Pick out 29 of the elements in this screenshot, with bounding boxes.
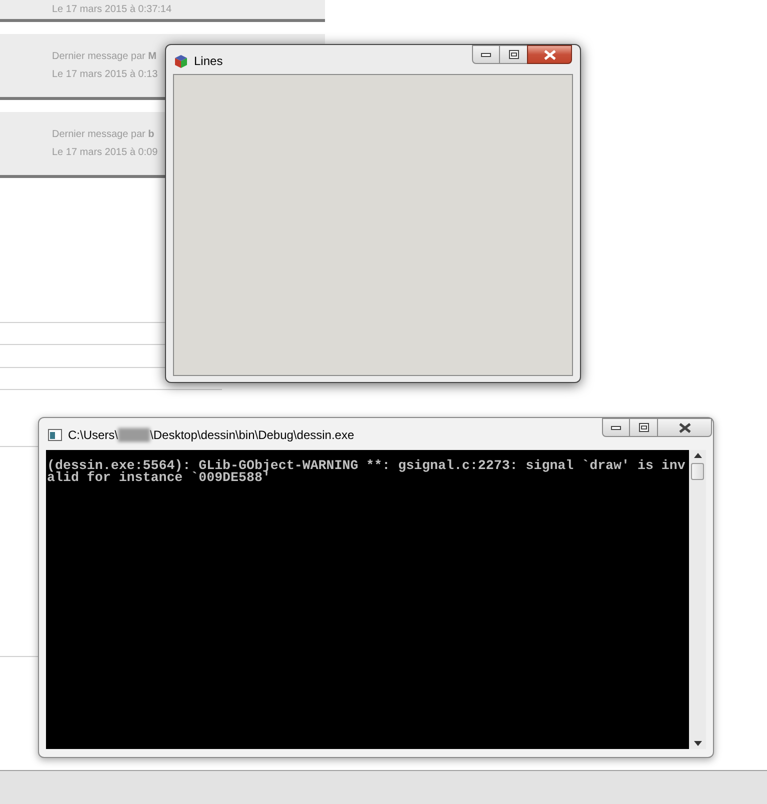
cube-icon bbox=[174, 54, 188, 68]
scroll-down-icon bbox=[694, 741, 702, 746]
console-line: (dessin.exe:5564): GLib-GObject-WARNING **: gsignal.c:2273: signal `draw' is inv bbox=[47, 460, 686, 472]
title-path: C:\Users\ bbox=[68, 427, 118, 444]
maximize-icon bbox=[508, 50, 518, 59]
minimize-icon bbox=[481, 52, 491, 56]
close-button[interactable] bbox=[657, 418, 712, 437]
redaction-mark bbox=[118, 428, 150, 442]
console-line: alid for instance `009DE588' bbox=[47, 472, 270, 484]
last-message-author: Dernier message par M bbox=[52, 50, 156, 62]
message-date: Le 17 mars 2015 à 0:09 bbox=[52, 146, 158, 158]
scroll-up-icon bbox=[694, 453, 702, 458]
close-button[interactable] bbox=[527, 45, 572, 64]
message-date: Le 17 mars 2015 à 0:13 bbox=[52, 68, 158, 80]
maximize-button[interactable] bbox=[500, 45, 527, 64]
message-date: Le 17 mars 2015 à 0:37:14 bbox=[52, 4, 172, 16]
maximize-icon bbox=[638, 423, 648, 432]
minimize-button[interactable] bbox=[472, 45, 500, 64]
close-icon bbox=[678, 422, 690, 432]
minimize-button[interactable] bbox=[602, 418, 630, 437]
scroll-thumb[interactable] bbox=[691, 463, 704, 480]
window-title: Lines bbox=[194, 53, 223, 70]
console-icon bbox=[48, 429, 62, 441]
scrollbar[interactable] bbox=[689, 450, 706, 749]
maximize-button[interactable] bbox=[630, 418, 657, 437]
title-path: \Desktop\dessin\bin\Debug\dessin.exe bbox=[150, 427, 354, 444]
close-icon bbox=[544, 50, 556, 60]
minimize-icon bbox=[611, 426, 621, 430]
last-message-author: Dernier message par b bbox=[52, 128, 154, 140]
